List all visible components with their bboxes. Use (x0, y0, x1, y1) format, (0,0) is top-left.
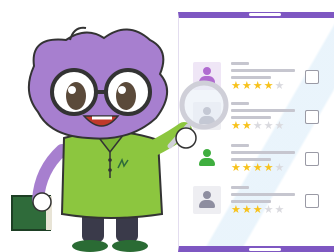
mascot-character (11, 26, 229, 252)
mascot-head (27, 26, 168, 140)
mascot-right-hand (175, 127, 197, 149)
mascot-left-hand (32, 192, 52, 212)
illustration-scene: ★★★★★ ★★★★★ ★★★★★ ★★★★★ (0, 0, 334, 252)
